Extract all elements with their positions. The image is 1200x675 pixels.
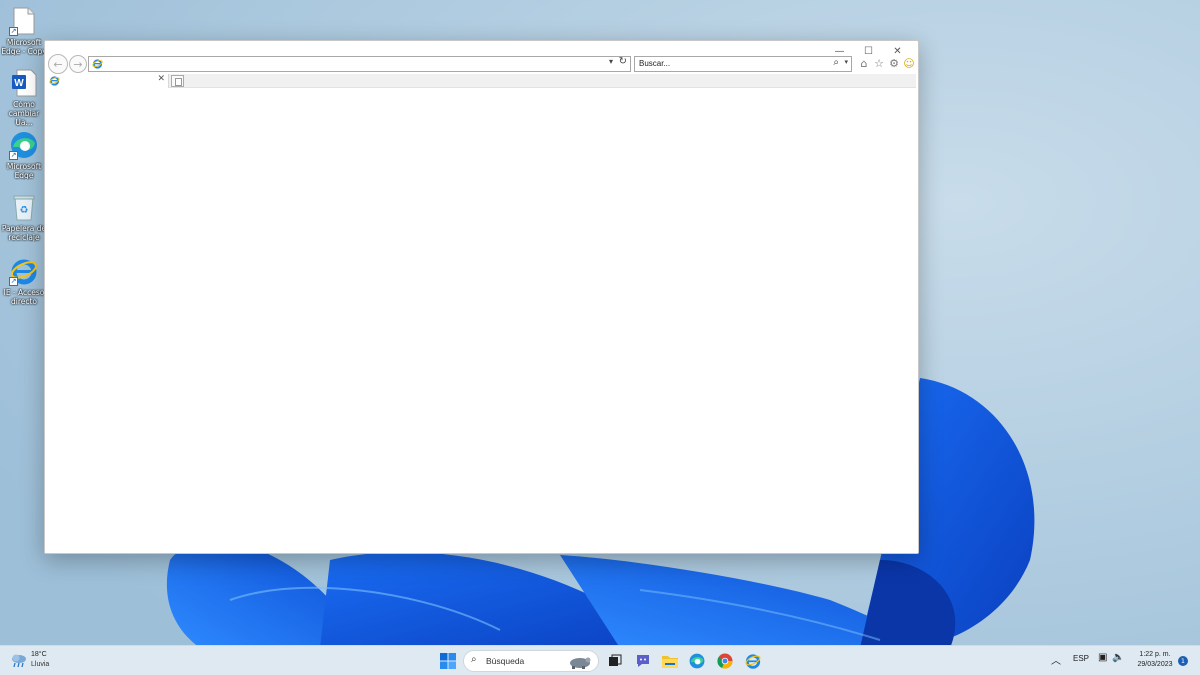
edge-icon[interactable] — [687, 651, 707, 671]
internet-explorer-window[interactable]: — ☐ ✕ ← → ▾ ↻ Buscar... ⌕ ▾ ⌂ ☆ ⚙ ☺ ✕ — [44, 40, 919, 554]
browser-tab[interactable]: ✕ — [47, 74, 169, 88]
start-icon[interactable] — [438, 651, 458, 671]
tab-strip: ✕ — [47, 74, 916, 88]
close-tab-icon[interactable]: ✕ — [157, 74, 165, 84]
language-indicator[interactable]: ESP — [1073, 654, 1089, 663]
search-placeholder: Buscar... — [639, 59, 671, 68]
show-hidden-icons-chevron-icon[interactable]: ︿ — [1051, 652, 1061, 667]
recycle-bin-icon: ♻ — [9, 192, 39, 222]
search-box[interactable]: Buscar... ⌕ ▾ — [634, 56, 852, 72]
address-bar[interactable]: ▾ ↻ — [88, 56, 631, 72]
search-highlight-icon — [570, 657, 591, 669]
search-dropdown-icon[interactable]: ▾ — [844, 58, 848, 66]
new-tab-button[interactable] — [171, 75, 184, 87]
desktop-icon-label: Papelera de reciclaje — [1, 224, 47, 242]
desktop-icon-label: Cómo cambiar Ua... — [8, 100, 40, 127]
search-icon[interactable]: ⌕ — [833, 57, 839, 68]
word-document-icon: W — [9, 68, 39, 98]
shortcut-arrow-icon: ↗ — [9, 277, 18, 286]
internet-explorer-icon: ↗ — [9, 256, 39, 286]
shortcut-arrow-icon: ↗ — [9, 151, 18, 160]
desktop-icon-label: IE - Acceso directo — [3, 288, 45, 306]
ie-page-icon — [92, 58, 103, 72]
refresh-icon[interactable]: ↻ — [619, 56, 627, 67]
feedback-smiley-icon[interactable]: ☺ — [902, 56, 916, 70]
notification-badge[interactable]: 1 — [1178, 656, 1188, 666]
desktop-icon-label: Microsoft Edge — [6, 162, 42, 180]
volume-icon[interactable]: 🔈 — [1112, 652, 1124, 663]
desktop-icon-edge[interactable]: ↗ Microsoft Edge — [2, 130, 46, 180]
svg-text:♻: ♻ — [20, 205, 29, 216]
search-icon: ⌕ — [471, 654, 477, 665]
network-icon[interactable]: ▣ — [1098, 652, 1107, 663]
favorites-star-icon[interactable]: ☆ — [872, 56, 886, 70]
chrome-icon[interactable] — [715, 651, 735, 671]
desktop-icon-word-doc[interactable]: W Cómo cambiar Ua... — [2, 68, 46, 127]
forward-button[interactable]: → — [69, 55, 87, 73]
taskbar-search[interactable]: ⌕ Búsqueda — [463, 650, 599, 672]
settings-gear-icon[interactable]: ⚙ — [887, 56, 901, 70]
desktop-icon-ie-shortcut[interactable]: ↗ IE - Acceso directo — [2, 256, 46, 306]
chat-icon[interactable] — [633, 651, 653, 671]
clock-date: 29/03/2023 — [1137, 661, 1173, 668]
back-arrow-icon: ← — [53, 57, 63, 71]
rain-cloud-icon — [10, 653, 27, 671]
shortcut-arrow-icon: ↗ — [9, 27, 18, 36]
blank-document-icon: ↗ — [9, 6, 39, 36]
clock-time: 1:22 p. m. — [1139, 651, 1171, 658]
back-button[interactable]: ← — [48, 54, 68, 74]
system-clock[interactable]: 1:22 p. m. 29/03/2023 — [1131, 650, 1179, 670]
weather-condition: Lluvia — [31, 661, 50, 668]
svg-text:W: W — [14, 78, 24, 89]
edge-icon: ↗ — [9, 130, 39, 160]
desktop-icon-label: Microsoft Edge - Copy — [1, 38, 47, 56]
desktop-icon-recycle-bin[interactable]: ♻ Papelera de reciclaje — [2, 192, 46, 242]
desktop-icon-edge-copy[interactable]: ↗ Microsoft Edge - Copy — [1, 6, 47, 56]
weather-widget[interactable]: 18°C Lluvia — [10, 650, 70, 672]
weather-temperature: 18°C — [31, 651, 47, 658]
forward-arrow-icon: → — [73, 57, 83, 71]
home-icon[interactable]: ⌂ — [857, 56, 871, 70]
file-explorer-icon[interactable] — [660, 651, 680, 671]
task-view-icon[interactable] — [605, 651, 625, 671]
taskbar: 18°C Lluvia ⌕ Búsqueda ︿ ESP ▣ 🔈 1:22 p.… — [0, 645, 1200, 675]
page-content-area[interactable] — [45, 89, 918, 553]
ie-page-icon — [49, 75, 60, 89]
taskbar-search-label: Búsqueda — [486, 656, 525, 666]
internet-explorer-icon[interactable] — [743, 651, 763, 671]
address-dropdown-icon[interactable]: ▾ — [609, 57, 613, 66]
navigation-bar: ← → ▾ ↻ Buscar... ⌕ ▾ ⌂ ☆ ⚙ ☺ — [45, 54, 918, 74]
